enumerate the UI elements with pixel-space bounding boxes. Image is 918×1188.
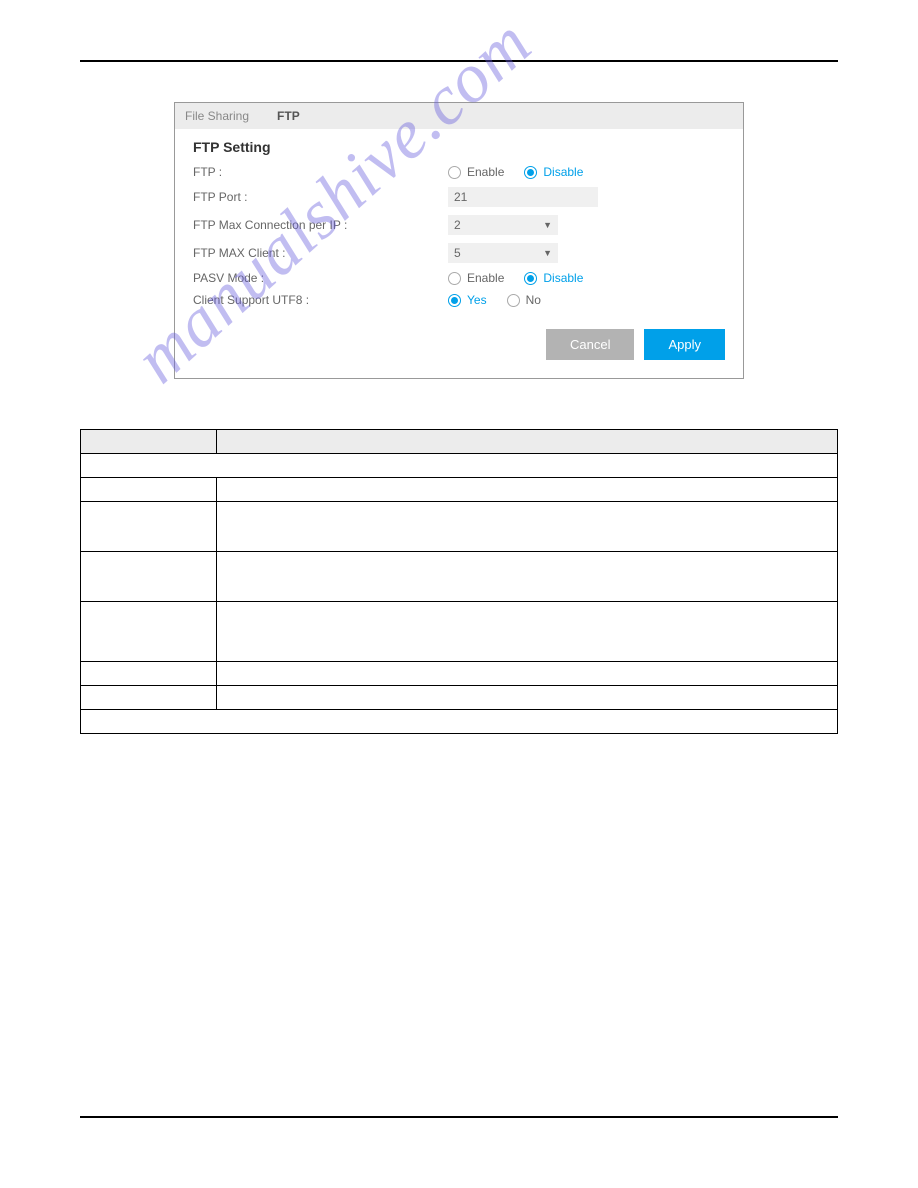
row-utf8: Client Support UTF8 : Yes No (193, 293, 725, 307)
label-ftp-maxclient: FTP MAX Client : (193, 246, 448, 260)
radio-utf8-yes[interactable]: Yes (448, 293, 487, 307)
table-cell (81, 662, 217, 686)
select-value: 5 (454, 246, 461, 260)
radio-label: No (526, 293, 541, 307)
row-ftp: FTP : Enable Disable (193, 165, 725, 179)
radio-label: Disable (543, 165, 583, 179)
ftp-maxconn-select[interactable]: 2 ▼ (448, 215, 558, 235)
label-utf8: Client Support UTF8 : (193, 293, 448, 307)
table-cell (81, 710, 838, 734)
radio-label: Enable (467, 165, 504, 179)
tab-file-sharing[interactable]: File Sharing (185, 109, 249, 123)
panel-title: FTP Setting (193, 139, 725, 155)
radio-circle-icon (448, 294, 461, 307)
table-cell (217, 602, 838, 662)
table-cell (81, 686, 217, 710)
radio-label: Enable (467, 271, 504, 285)
table-cell (81, 602, 217, 662)
radio-circle-icon (448, 166, 461, 179)
row-ftp-maxconn: FTP Max Connection per IP : 2 ▼ (193, 215, 725, 235)
tab-ftp[interactable]: FTP (277, 109, 300, 123)
table-cell (217, 502, 838, 552)
button-row: Cancel Apply (193, 329, 725, 360)
cancel-button[interactable]: Cancel (546, 329, 634, 360)
radio-circle-icon (524, 166, 537, 179)
radio-ftp-enable[interactable]: Enable (448, 165, 504, 179)
chevron-down-icon: ▼ (543, 220, 552, 230)
table-cell (81, 478, 217, 502)
apply-button[interactable]: Apply (644, 329, 725, 360)
label-ftp-port: FTP Port : (193, 190, 448, 204)
top-rule (80, 60, 838, 62)
panel-tabs: File Sharing FTP (175, 103, 743, 129)
chevron-down-icon: ▼ (543, 248, 552, 258)
ftp-maxclient-select[interactable]: 5 ▼ (448, 243, 558, 263)
row-ftp-maxclient: FTP MAX Client : 5 ▼ (193, 243, 725, 263)
table-cell (81, 552, 217, 602)
label-ftp-maxconn: FTP Max Connection per IP : (193, 218, 448, 232)
radio-label: Disable (543, 271, 583, 285)
table-cell (217, 552, 838, 602)
row-ftp-port: FTP Port : (193, 187, 725, 207)
table-header (217, 430, 838, 454)
ftp-settings-panel: File Sharing FTP FTP Setting FTP : Enabl… (174, 102, 744, 379)
radio-circle-icon (524, 272, 537, 285)
radio-pasv-disable[interactable]: Disable (524, 271, 583, 285)
table-cell (217, 478, 838, 502)
radio-label: Yes (467, 293, 487, 307)
label-ftp: FTP : (193, 165, 448, 179)
label-pasv: PASV Mode : (193, 271, 448, 285)
select-value: 2 (454, 218, 461, 232)
table-cell (217, 662, 838, 686)
radio-circle-icon (448, 272, 461, 285)
bottom-rule (80, 1116, 838, 1118)
radio-ftp-disable[interactable]: Disable (524, 165, 583, 179)
radio-pasv-enable[interactable]: Enable (448, 271, 504, 285)
table-header (81, 430, 217, 454)
table-cell (81, 502, 217, 552)
radio-utf8-no[interactable]: No (507, 293, 541, 307)
row-pasv: PASV Mode : Enable Disable (193, 271, 725, 285)
table-cell (217, 686, 838, 710)
description-table (80, 429, 838, 734)
table-cell (81, 454, 838, 478)
radio-circle-icon (507, 294, 520, 307)
ftp-port-input[interactable] (448, 187, 598, 207)
